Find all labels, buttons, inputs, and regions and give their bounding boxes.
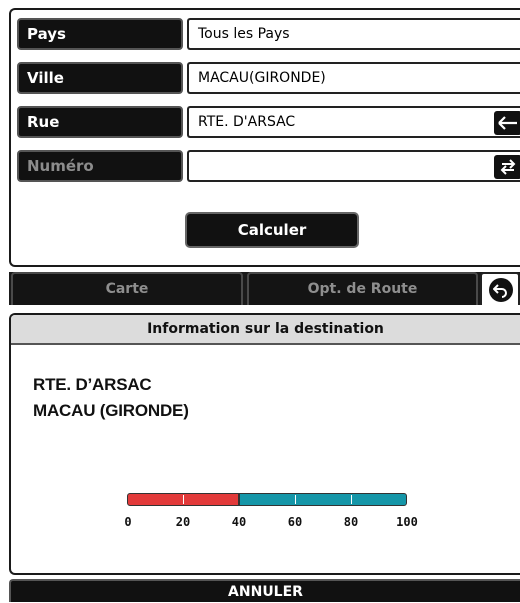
country-value: Tous les Pays — [198, 26, 290, 42]
destination-city: MACAU (GIRONDE) — [33, 401, 189, 420]
country-field[interactable]: Tous les Pays — [187, 18, 520, 50]
destination-street: RTE. D’ARSAC — [33, 375, 152, 394]
back-arrow-icon — [489, 278, 513, 302]
tab-route-options[interactable]: Opt. de Route — [247, 272, 478, 305]
destination-info-screen: Information sur la destination RTE. D’AR… — [9, 313, 520, 602]
street-label-button[interactable]: Rue — [17, 106, 183, 138]
panel-title: Information sur la destination — [11, 315, 520, 345]
tab-map[interactable]: Carte — [11, 272, 243, 305]
gauge-label-40: 40 — [231, 515, 247, 529]
gauge-teal-segment — [239, 493, 407, 506]
backspace-arrow-icon[interactable] — [494, 111, 520, 135]
cancel-button[interactable]: ANNULER — [9, 579, 520, 602]
number-label-button[interactable]: Numéro — [17, 150, 183, 182]
gauge-label-20: 20 — [175, 515, 191, 529]
gauge-label-100: 100 — [396, 515, 418, 529]
swap-arrows-icon[interactable] — [494, 155, 520, 179]
calculate-button[interactable]: Calculer — [185, 212, 359, 248]
city-value: MACAU(GIRONDE) — [198, 70, 326, 86]
bottom-tab-bar: Carte Opt. de Route — [9, 272, 520, 305]
gauge-label-60: 60 — [287, 515, 303, 529]
back-button[interactable] — [480, 272, 520, 305]
progress-gauge: 0 20 40 60 80 100 — [11, 485, 520, 545]
city-field[interactable]: MACAU(GIRONDE) — [187, 62, 520, 94]
gauge-tick — [183, 495, 184, 504]
street-field[interactable]: RTE. D'ARSAC — [187, 106, 520, 138]
city-label-button[interactable]: Ville — [17, 62, 183, 94]
gauge-tick — [295, 495, 296, 504]
number-field[interactable] — [187, 150, 520, 182]
destination-info-panel: Information sur la destination RTE. D’AR… — [9, 313, 520, 575]
street-value: RTE. D'ARSAC — [198, 114, 296, 130]
address-entry-screen: Pays Tous les Pays Ville MACAU(GIRONDE) … — [9, 8, 520, 305]
gauge-tick — [351, 495, 352, 504]
country-label-button[interactable]: Pays — [17, 18, 183, 50]
gauge-label-80: 80 — [343, 515, 359, 529]
gauge-label-0: 0 — [124, 515, 132, 529]
address-form-panel: Pays Tous les Pays Ville MACAU(GIRONDE) … — [9, 8, 520, 267]
